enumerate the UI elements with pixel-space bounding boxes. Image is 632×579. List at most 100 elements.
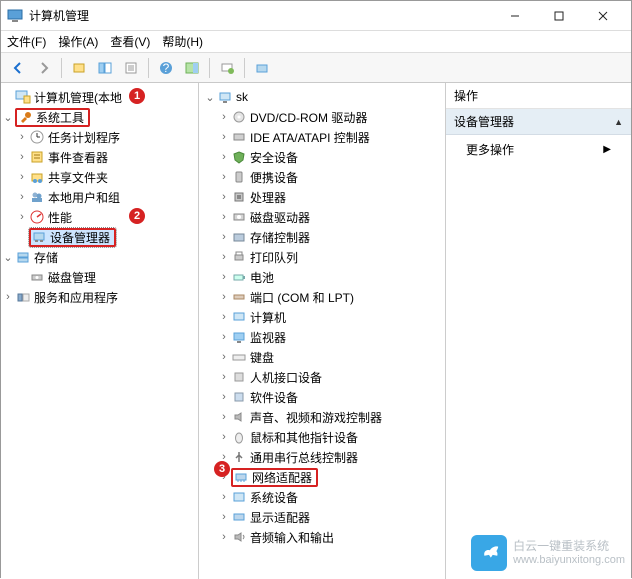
tree-event-viewer[interactable]: › 事件查看器 [1, 147, 198, 167]
back-button[interactable] [7, 57, 29, 79]
expand-icon[interactable]: › [217, 491, 231, 503]
action-pane-button[interactable] [181, 57, 203, 79]
expand-icon[interactable]: › [217, 411, 231, 423]
tree-root-computer-management[interactable]: 计算机管理(本地 [1, 87, 198, 107]
tree-device-manager[interactable]: 设备管理器 [1, 227, 198, 247]
properties-button[interactable] [120, 57, 142, 79]
expand-icon[interactable]: ⌄ [1, 111, 15, 124]
actions-section-label: 设备管理器 [454, 113, 514, 130]
expand-icon[interactable]: ⌄ [203, 91, 217, 104]
device-hid[interactable]: ›人机接口设备 [199, 367, 445, 387]
tree-services-applications[interactable]: › 服务和应用程序 [1, 287, 198, 307]
tree-label: 存储控制器 [250, 229, 310, 246]
device-computer[interactable]: ›计算机 [199, 307, 445, 327]
device-security[interactable]: ›安全设备 [199, 147, 445, 167]
expand-icon[interactable]: › [217, 531, 231, 543]
device-keyboards[interactable]: ›键盘 [199, 347, 445, 367]
device-root[interactable]: ⌄ sk [199, 87, 445, 107]
expand-icon[interactable]: › [217, 151, 231, 163]
menu-file[interactable]: 文件(F) [7, 33, 46, 50]
expand-icon[interactable]: › [15, 131, 29, 143]
tree-local-users-groups[interactable]: › 本地用户和组 [1, 187, 198, 207]
device-print-queues[interactable]: ›打印队列 [199, 247, 445, 267]
forward-button[interactable] [33, 57, 55, 79]
expand-icon[interactable]: › [15, 171, 29, 183]
expand-icon[interactable]: › [217, 131, 231, 143]
device-sound[interactable]: ›声音、视频和游戏控制器 [199, 407, 445, 427]
expand-icon[interactable]: › [217, 291, 231, 303]
expand-icon[interactable]: › [217, 111, 231, 123]
device-ide[interactable]: ›IDE ATA/ATAPI 控制器 [199, 127, 445, 147]
disk-management-icon [29, 269, 45, 285]
tree-shared-folders[interactable]: › 共享文件夹 [1, 167, 198, 187]
expand-icon[interactable]: › [217, 231, 231, 243]
expand-icon[interactable]: › [217, 371, 231, 383]
device-portable[interactable]: ›便携设备 [199, 167, 445, 187]
actions-section-header[interactable]: 设备管理器 ▲ [446, 109, 631, 135]
expand-icon[interactable]: › [217, 511, 231, 523]
expand-icon[interactable]: › [217, 351, 231, 363]
up-button[interactable] [68, 57, 90, 79]
menu-view[interactable]: 查看(V) [110, 33, 150, 50]
monitor-icon [231, 329, 247, 345]
expand-icon[interactable]: › [217, 171, 231, 183]
expand-icon[interactable]: › [15, 191, 29, 203]
minimize-button[interactable] [493, 1, 537, 31]
expand-icon[interactable]: › [217, 431, 231, 443]
tree-label: 端口 (COM 和 LPT) [250, 289, 354, 306]
help-button[interactable]: ? [155, 57, 177, 79]
watermark-logo-icon [471, 535, 507, 571]
device-display-adapters[interactable]: › 显示适配器 [199, 507, 445, 527]
system-tools-icon [17, 109, 33, 125]
tree-disk-management[interactable]: 磁盘管理 [1, 267, 198, 287]
collapse-icon[interactable]: ▲ [614, 117, 623, 127]
tree-system-tools[interactable]: ⌄ 系统工具 [1, 107, 198, 127]
device-manager-icon [31, 229, 47, 245]
expand-icon[interactable]: › [217, 191, 231, 203]
tree-label: 电池 [250, 269, 274, 286]
users-icon [29, 189, 45, 205]
device-storage-controllers[interactable]: › 存储控制器 [199, 227, 445, 247]
device-batteries[interactable]: › 电池 [199, 267, 445, 287]
expand-icon[interactable]: › [217, 251, 231, 263]
device-tree[interactable]: ⌄ sk ›DVD/CD-ROM 驱动器 ›IDE ATA/ATAPI 控制器 … [199, 83, 446, 579]
expand-icon[interactable]: › [1, 291, 15, 303]
device-system[interactable]: ›系统设备 [199, 487, 445, 507]
expand-icon[interactable]: › [15, 151, 29, 163]
show-hide-tree-button[interactable] [94, 57, 116, 79]
tree-task-scheduler[interactable]: › 任务计划程序 [1, 127, 198, 147]
audio-io-icon [231, 529, 247, 545]
device-audio-io[interactable]: ›音频输入和输出 [199, 527, 445, 547]
device-software-devices[interactable]: ›软件设备 [199, 387, 445, 407]
scan-hardware-button[interactable] [216, 57, 238, 79]
expand-icon[interactable]: › [217, 391, 231, 403]
expand-icon[interactable]: ⌄ [1, 251, 15, 264]
menu-help[interactable]: 帮助(H) [162, 33, 203, 50]
menu-action[interactable]: 操作(A) [58, 33, 98, 50]
expand-icon[interactable]: › [217, 271, 231, 283]
device-usb-controllers[interactable]: ›通用串行总线控制器 [199, 447, 445, 467]
expand-icon[interactable]: › [217, 311, 231, 323]
tree-label: 通用串行总线控制器 [250, 449, 358, 466]
device-ports[interactable]: › 端口 (COM 和 LPT) [199, 287, 445, 307]
expand-icon[interactable]: › [217, 331, 231, 343]
device-network-adapters[interactable]: › 网络适配器 [199, 467, 445, 487]
device-monitors[interactable]: ›监视器 [199, 327, 445, 347]
device-disk-drives[interactable]: ›磁盘驱动器 [199, 207, 445, 227]
actions-more-menu[interactable]: 更多操作 ▶ [446, 135, 631, 164]
device-dvd[interactable]: ›DVD/CD-ROM 驱动器 [199, 107, 445, 127]
console-tree[interactable]: 计算机管理(本地 1 ⌄ 系统工具 › 任务计划程序 › 事件查看器 › 共享文… [1, 83, 199, 579]
tree-label: 显示适配器 [250, 509, 310, 526]
actions-pane: 操作 设备管理器 ▲ 更多操作 ▶ [446, 83, 631, 579]
expand-icon[interactable]: › [217, 211, 231, 223]
tree-performance[interactable]: › 性能 [1, 207, 198, 227]
device-mouse[interactable]: ›鼠标和其他指针设备 [199, 427, 445, 447]
tree-storage[interactable]: ⌄ 存储 [1, 247, 198, 267]
device-processors[interactable]: ›处理器 [199, 187, 445, 207]
hid-icon [231, 369, 247, 385]
add-legacy-hardware-button[interactable] [251, 57, 273, 79]
expand-icon[interactable]: › [15, 211, 29, 223]
maximize-button[interactable] [537, 1, 581, 31]
port-icon [231, 289, 247, 305]
close-button[interactable] [581, 1, 625, 31]
